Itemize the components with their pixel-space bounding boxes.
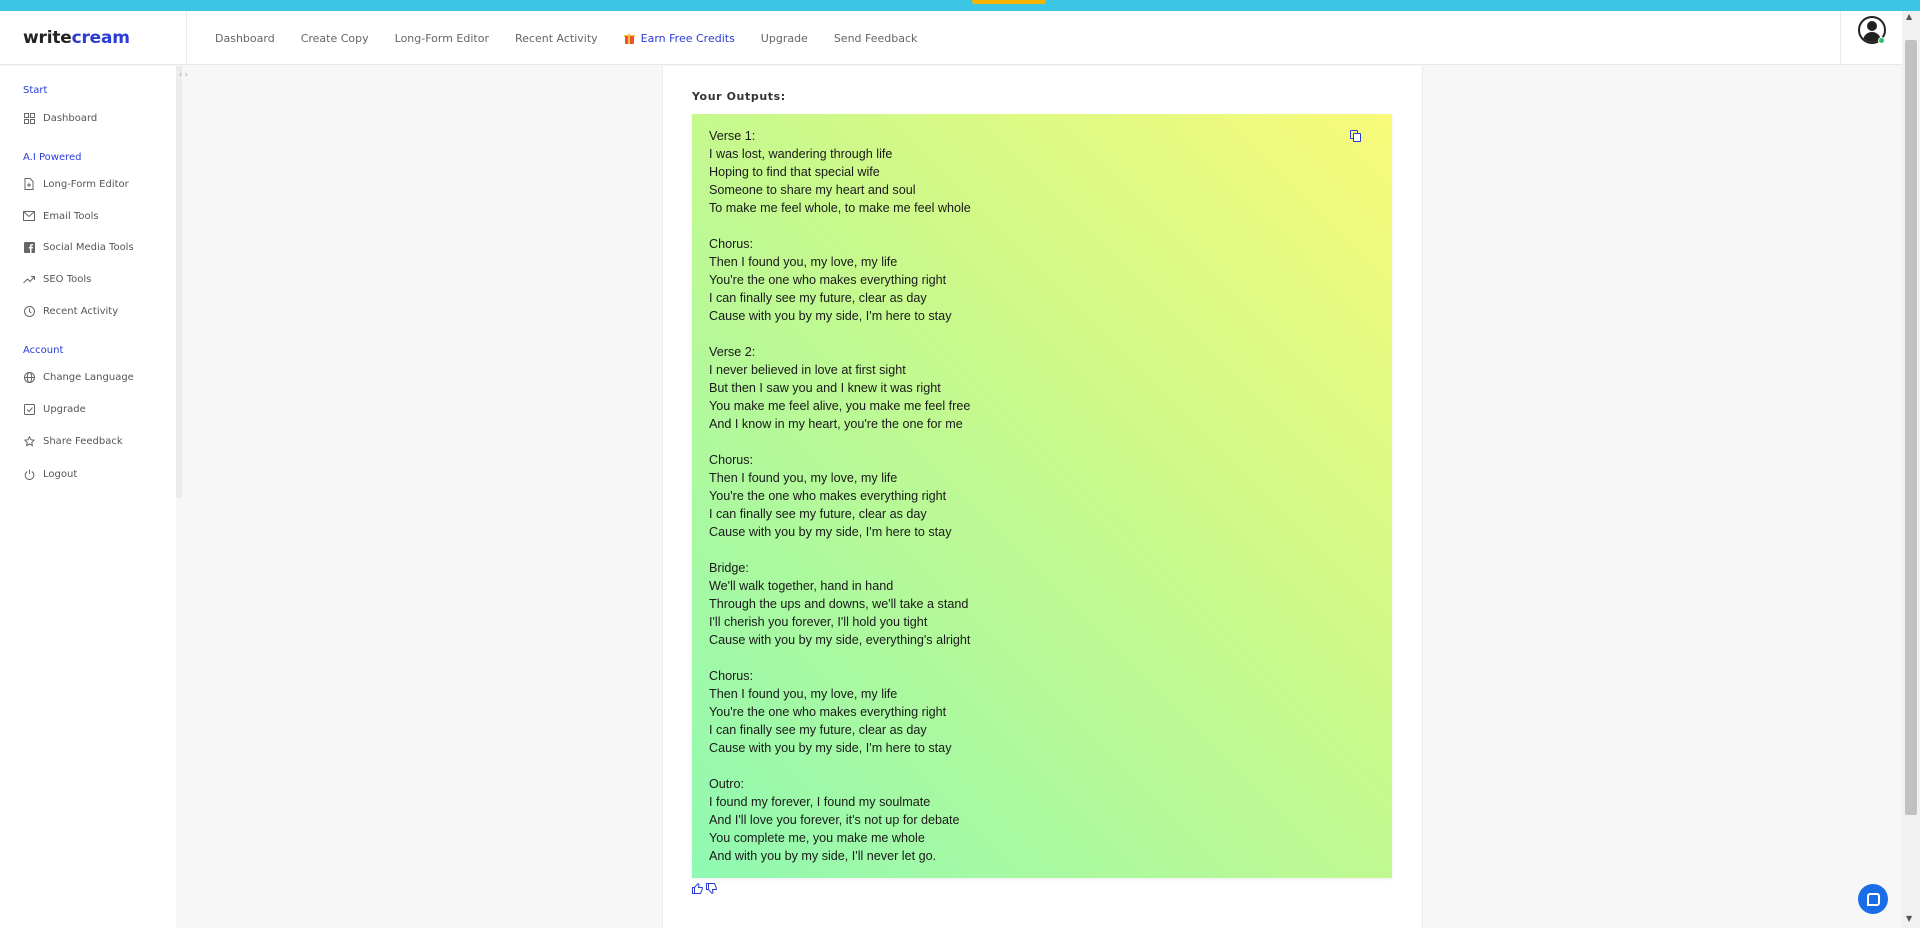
facebook-icon (23, 241, 35, 253)
sidebar-item-long-form-editor[interactable]: Long-Form Editor (23, 178, 129, 190)
sidebar-item-recent-activity[interactable]: Recent Activity (23, 305, 118, 317)
nav-send-feedback[interactable]: Send Feedback (821, 32, 931, 45)
chat-support-button[interactable] (1858, 884, 1888, 914)
sidebar-section-account: Account (23, 345, 64, 356)
sidebar-item-change-language[interactable]: Change Language (23, 371, 134, 383)
document-icon (23, 178, 35, 190)
gift-icon (623, 32, 635, 44)
sidebar-item-share-feedback[interactable]: Share Feedback (23, 435, 123, 447)
output-text[interactable]: Verse 1: I was lost, wandering through l… (709, 127, 1349, 865)
mail-icon (23, 210, 35, 222)
check-square-icon (23, 403, 35, 415)
nav-recent-activity[interactable]: Recent Activity (502, 32, 611, 45)
output-box: Verse 1: I was lost, wandering through l… (692, 114, 1392, 878)
online-status-dot (1878, 37, 1885, 44)
header-divider (186, 11, 187, 65)
grid-icon (23, 112, 35, 124)
sidebar: Start Dashboard A.I Powered Long-Form Ed… (0, 66, 176, 928)
nav-long-form-editor[interactable]: Long-Form Editor (382, 32, 502, 45)
scrollbar-thumb[interactable] (1905, 40, 1917, 815)
power-icon (23, 468, 35, 480)
sidebar-item-logout[interactable]: Logout (23, 468, 77, 480)
scroll-down-arrow-icon[interactable]: ▼ (1906, 914, 1912, 923)
globe-icon (23, 371, 35, 383)
app-header: writecream Dashboard Create Copy Long-Fo… (0, 11, 1902, 65)
scroll-up-arrow-icon[interactable]: ▲ (1906, 12, 1912, 21)
thumbs-down-icon[interactable] (706, 883, 717, 897)
app-logo[interactable]: writecream (23, 28, 130, 48)
feedback-buttons (692, 882, 717, 897)
nav-dashboard[interactable]: Dashboard (202, 32, 288, 45)
top-nav: Dashboard Create Copy Long-Form Editor R… (202, 11, 930, 65)
chat-icon (1866, 892, 1880, 906)
sidebar-collapse-handle[interactable]: ‹ › (179, 70, 188, 79)
sidebar-item-dashboard[interactable]: Dashboard (23, 112, 97, 124)
copy-icon[interactable] (1350, 130, 1362, 142)
sidebar-section-start: Start (23, 85, 48, 96)
clock-icon (23, 305, 35, 317)
banner-button[interactable] (972, 0, 1046, 4)
thumbs-up-icon[interactable] (692, 882, 703, 897)
outputs-title: Your Outputs: (692, 90, 786, 103)
trending-up-icon (23, 273, 35, 285)
sidebar-resize-rail[interactable] (176, 66, 182, 498)
sidebar-item-email-tools[interactable]: Email Tools (23, 210, 99, 222)
nav-create-copy[interactable]: Create Copy (288, 32, 382, 45)
sidebar-item-upgrade[interactable]: Upgrade (23, 403, 86, 415)
header-divider (1840, 11, 1841, 65)
sidebar-item-social-media-tools[interactable]: Social Media Tools (23, 241, 134, 253)
nav-upgrade[interactable]: Upgrade (748, 32, 821, 45)
sidebar-item-seo-tools[interactable]: SEO Tools (23, 273, 91, 285)
star-icon (23, 435, 35, 447)
nav-earn-free-credits[interactable]: Earn Free Credits (611, 32, 748, 45)
top-banner (0, 0, 1920, 11)
sidebar-section-ai-powered: A.I Powered (23, 152, 82, 163)
